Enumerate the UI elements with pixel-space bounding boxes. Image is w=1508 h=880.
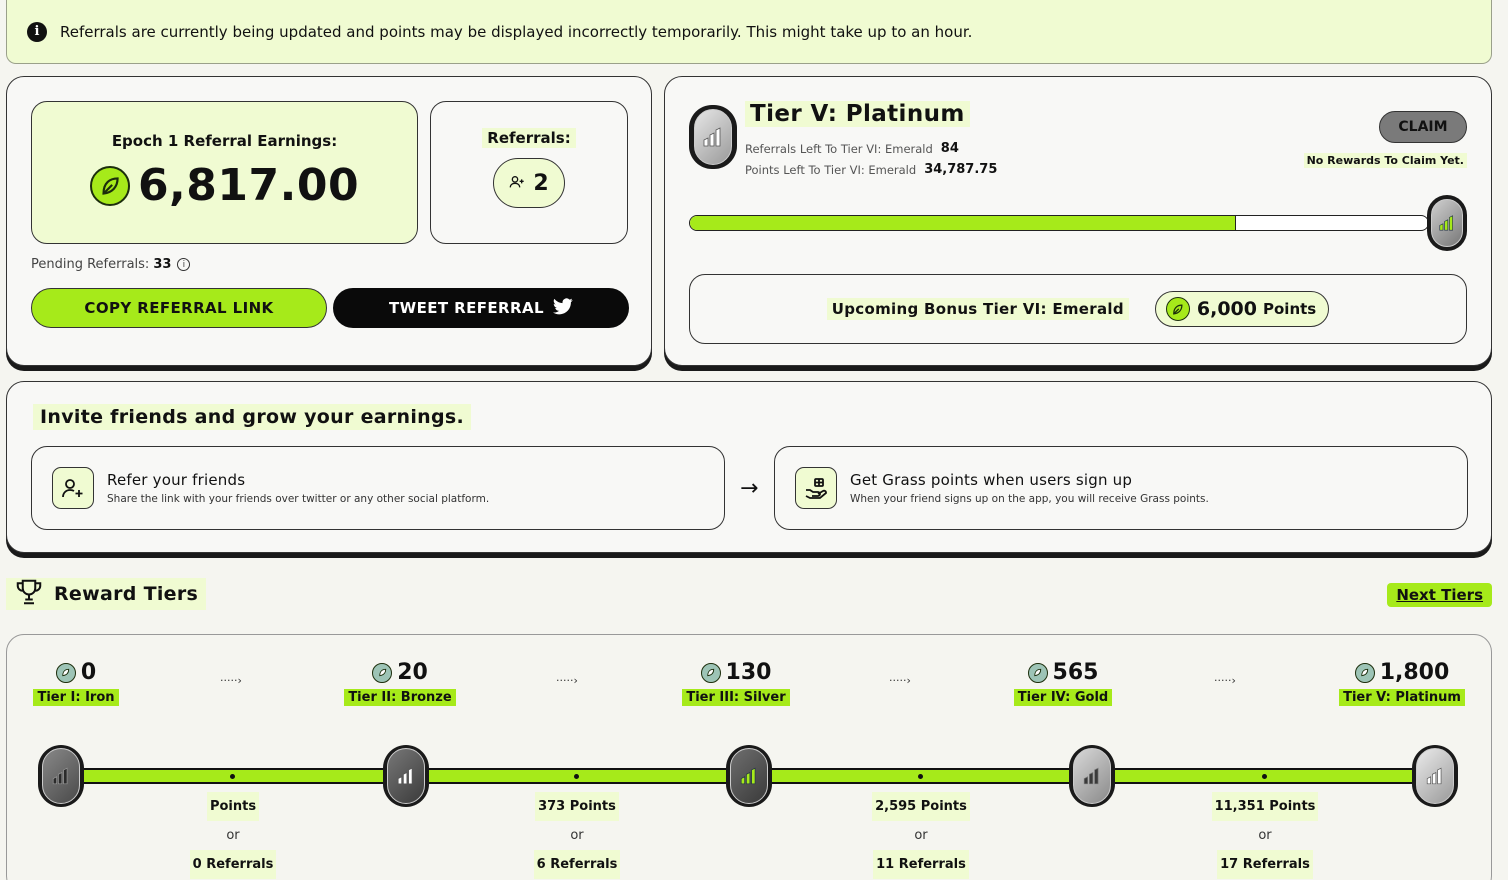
tier-progress-fill <box>690 216 1237 230</box>
banner-message: Referrals are currently being updated an… <box>60 22 973 41</box>
referrals-count: 2 <box>533 170 549 196</box>
tier-platinum: 1,800 Tier V: Platinum <box>1332 660 1472 706</box>
platinum-badge-icon <box>689 105 737 169</box>
dotted-arrow-icon: ·····› <box>556 674 578 687</box>
step-get-points: Get Grass points when users sign up When… <box>774 446 1468 530</box>
step-description: When your friend signs up on the app, yo… <box>850 493 1209 505</box>
referrals-count-pill: 2 <box>493 158 565 208</box>
pending-value: 33 <box>153 257 172 272</box>
dotted-arrow-icon: ·····› <box>220 674 242 687</box>
segment-midpoint <box>918 774 923 779</box>
earnings-card: Epoch 1 Referral Earnings: 6,817.00 Refe… <box>6 76 652 366</box>
referrals-box: Referrals: 2 <box>430 101 628 244</box>
gold-badge-icon <box>1069 745 1115 807</box>
tier-requirement: 2,595 Points or 11 Referrals <box>841 792 1001 879</box>
step-title: Refer your friends <box>107 471 246 489</box>
silver-badge-icon <box>726 745 772 807</box>
grass-coin-icon <box>55 662 76 683</box>
tier-progress-bar <box>689 215 1429 231</box>
tweet-referral-button[interactable]: TWEET REFERRAL <box>333 288 629 328</box>
tier-requirement: Points or 0 Referrals <box>153 792 313 879</box>
users-plus-icon <box>509 171 525 196</box>
iron-badge-icon <box>38 745 84 807</box>
user-plus-icon <box>52 467 94 509</box>
trophy-icon <box>14 577 44 612</box>
earnings-label: Epoch 1 Referral Earnings: <box>111 132 338 150</box>
grass-leaf-icon <box>1165 297 1190 321</box>
notice-banner: i Referrals are currently being updated … <box>6 0 1492 64</box>
earnings-value-row: 6,817.00 <box>32 160 417 211</box>
referrals-label: Referrals: <box>482 128 576 148</box>
segment-midpoint <box>230 774 235 779</box>
claim-note: No Rewards To Claim Yet. <box>1303 153 1467 168</box>
next-tiers-link[interactable]: Next Tiers <box>1387 583 1492 607</box>
bonus-pill: 6,000 Points <box>1154 291 1330 327</box>
current-tier-card: Tier V: Platinum Referrals Left To Tier … <box>664 76 1492 366</box>
grass-coin-icon <box>1354 662 1375 683</box>
dotted-arrow-icon: ·····› <box>889 674 911 687</box>
grass-leaf-icon <box>89 165 130 206</box>
arrow-right-icon: → <box>740 476 759 501</box>
segment-midpoint <box>1262 774 1267 779</box>
reward-tiers-header: Reward Tiers <box>6 577 207 612</box>
invite-card: Invite friends and grow your earnings. R… <box>6 381 1492 553</box>
dotted-arrow-icon: ·····› <box>1214 674 1236 687</box>
upcoming-bonus-box: Upcoming Bonus Tier VI: Emerald 6,000 Po… <box>689 274 1467 344</box>
emerald-badge-icon <box>1427 195 1467 251</box>
bonus-unit: Points <box>1263 300 1317 318</box>
hand-gift-icon <box>795 467 837 509</box>
step-description: Share the link with your friends over tw… <box>107 493 490 505</box>
tier-gold: 565 Tier IV: Gold <box>1003 660 1123 706</box>
platinum-badge-icon <box>1412 745 1458 807</box>
grass-coin-icon <box>1027 662 1048 683</box>
bonus-value: 6,000 <box>1196 298 1257 320</box>
tier-title: Tier V: Platinum <box>745 101 970 127</box>
tier-iron: 0 Tier I: Iron <box>16 660 136 706</box>
earnings-box: Epoch 1 Referral Earnings: 6,817.00 <box>31 101 418 244</box>
pending-referrals: Pending Referrals: 33 i <box>31 257 191 272</box>
reward-tiers-title: Reward Tiers <box>54 583 199 605</box>
grass-coin-icon <box>372 662 393 683</box>
earnings-value: 6,817.00 <box>137 160 360 211</box>
claim-button[interactable]: CLAIM <box>1379 111 1467 143</box>
invite-title: Invite friends and grow your earnings. <box>33 404 472 430</box>
bonus-label: Upcoming Bonus Tier VI: Emerald <box>826 298 1129 320</box>
tweet-button-label: TWEET REFERRAL <box>389 299 544 317</box>
copy-referral-link-button[interactable]: COPY REFERRAL LINK <box>31 288 327 328</box>
copy-button-label: COPY REFERRAL LINK <box>84 299 274 317</box>
tier-requirement: 11,351 Points or 17 Referrals <box>1185 792 1345 879</box>
tier-requirement: 373 Points or 6 Referrals <box>497 792 657 879</box>
bronze-badge-icon <box>383 745 429 807</box>
referrals-left: Referrals Left To Tier VI: Emerald 84 <box>745 141 959 156</box>
tier-bronze: 20 Tier II: Bronze <box>340 660 460 706</box>
info-icon: i <box>27 21 47 42</box>
points-left: Points Left To Tier VI: Emerald 34,787.7… <box>745 162 998 177</box>
segment-midpoint <box>574 774 579 779</box>
tier-silver: 130 Tier III: Silver <box>676 660 796 706</box>
step-title: Get Grass points when users sign up <box>850 471 1133 489</box>
pending-label: Pending Referrals: <box>31 257 150 272</box>
grass-coin-icon <box>700 662 721 683</box>
claim-button-label: CLAIM <box>1398 119 1448 135</box>
info-circle-icon[interactable]: i <box>177 258 191 271</box>
step-refer-friends: Refer your friends Share the link with y… <box>31 446 725 530</box>
twitter-icon <box>552 297 573 319</box>
